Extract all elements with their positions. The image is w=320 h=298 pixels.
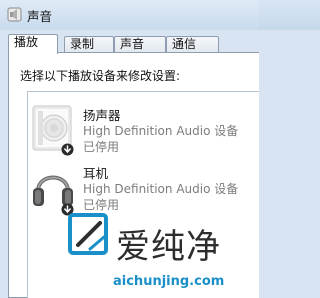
device-status: 已停用: [83, 140, 120, 154]
watermark-text: 爱纯净: [116, 227, 221, 267]
device-item-headphones[interactable]: 耳机 High Definition Audio 设备 已停用: [28, 161, 258, 219]
tab-playback[interactable]: 播放: [8, 34, 58, 54]
device-description: High Definition Audio 设备: [83, 124, 239, 138]
speaker-icon: [7, 7, 22, 22]
tab-recording[interactable]: 录制: [64, 36, 114, 53]
tab-strip: 播放 录制 声音 通信: [8, 34, 259, 54]
device-status: 已停用: [83, 198, 120, 212]
device-item-speakers[interactable]: 扬声器 High Definition Audio 设备 已停用: [28, 103, 258, 161]
instruction-text: 选择以下播放设备来修改设置:: [20, 69, 181, 83]
device-description: High Definition Audio 设备: [83, 182, 239, 196]
title-bar[interactable]: 声音: [0, 0, 259, 30]
window-title: 声音: [27, 9, 53, 24]
watermark-url: aichunjing.com: [113, 274, 225, 289]
disabled-arrow-icon: [61, 143, 74, 156]
tab-communications[interactable]: 通信: [166, 36, 219, 53]
tab-sounds[interactable]: 声音: [114, 36, 166, 53]
